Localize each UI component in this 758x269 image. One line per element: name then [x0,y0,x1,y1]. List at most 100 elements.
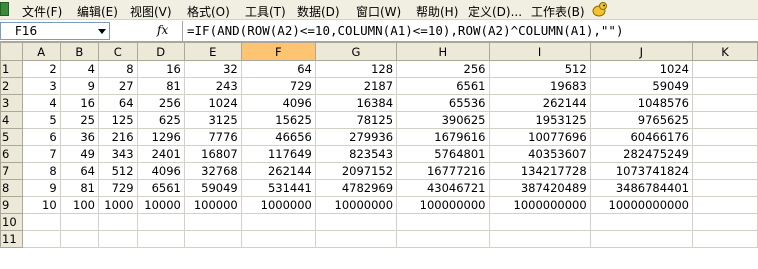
menu-data[interactable]: 数据(D) [297,3,340,20]
cell-h4[interactable]: 390625 [396,111,490,129]
cell-i7[interactable]: 134217728 [489,162,591,180]
cell-h7[interactable]: 16777216 [396,162,490,180]
cell-d2[interactable]: 81 [137,77,185,95]
cell-g10[interactable] [315,213,398,231]
cell-i5[interactable]: 10077696 [489,128,591,146]
menu-file[interactable]: 文件(F) [22,3,62,20]
cell-g7[interactable]: 2097152 [315,162,398,180]
row-header[interactable]: 7 [0,162,23,180]
menu-format[interactable]: 格式(O) [187,3,230,20]
cell-c11[interactable] [98,230,138,248]
cell-e2[interactable]: 243 [184,77,242,95]
cell-k3[interactable] [692,94,758,112]
cell-c9[interactable]: 1000 [98,196,138,214]
cell-b1[interactable]: 4 [60,60,99,78]
select-all-corner[interactable] [0,42,23,61]
cell-e6[interactable]: 16807 [184,145,242,163]
cell-a10[interactable] [22,213,61,231]
cell-d10[interactable] [137,213,185,231]
cell-b3[interactable]: 16 [60,94,99,112]
cell-i4[interactable]: 1953125 [489,111,591,129]
column-header-i[interactable]: I [488,42,591,61]
cell-e8[interactable]: 59049 [184,179,242,197]
cell-h8[interactable]: 43046721 [396,179,490,197]
row-header[interactable]: 3 [0,94,23,112]
cell-a7[interactable]: 8 [22,162,61,180]
cell-g5[interactable]: 279936 [315,128,398,146]
cell-b6[interactable]: 49 [60,145,99,163]
cell-j5[interactable]: 60466176 [590,128,694,146]
menu-tools[interactable]: 工具(T) [245,3,286,20]
cell-d7[interactable]: 4096 [137,162,185,180]
cell-b2[interactable]: 9 [60,77,99,95]
column-header-h[interactable]: H [396,42,490,61]
column-header-c[interactable]: C [97,42,138,61]
cell-k7[interactable] [692,162,758,180]
cell-i1[interactable]: 512 [489,60,591,78]
menu-view[interactable]: 视图(V) [130,3,172,20]
cell-c6[interactable]: 343 [98,145,138,163]
cell-a4[interactable]: 5 [22,111,61,129]
cell-i2[interactable]: 19683 [489,77,591,95]
cell-d1[interactable]: 16 [137,60,185,78]
cell-c7[interactable]: 512 [98,162,138,180]
cell-e9[interactable]: 100000 [184,196,242,214]
row-header[interactable]: 9 [0,196,23,214]
cell-i3[interactable]: 262144 [489,94,591,112]
cell-f10[interactable] [241,213,316,231]
row-header[interactable]: 8 [0,179,23,197]
cell-g4[interactable]: 78125 [315,111,398,129]
cell-b11[interactable] [60,230,99,248]
cell-f7[interactable]: 262144 [241,162,316,180]
cell-b4[interactable]: 25 [60,111,99,129]
cell-j2[interactable]: 59049 [590,77,694,95]
menu-help[interactable]: 帮助(H) [416,3,458,20]
row-header[interactable]: 1 [0,60,23,78]
cell-k8[interactable] [692,179,758,197]
cell-d4[interactable]: 625 [137,111,185,129]
chevron-down-icon[interactable] [95,23,109,39]
column-header-d[interactable]: D [136,42,185,61]
cell-c2[interactable]: 27 [98,77,138,95]
cell-j9[interactable]: 10000000000 [590,196,694,214]
cell-d11[interactable] [137,230,185,248]
cell-h6[interactable]: 5764801 [396,145,490,163]
menu-window[interactable]: 窗口(W) [356,3,401,20]
cell-e1[interactable]: 32 [184,60,242,78]
cell-f1[interactable]: 64 [241,60,316,78]
cell-a6[interactable]: 7 [22,145,61,163]
cell-i6[interactable]: 40353607 [489,145,591,163]
cell-c3[interactable]: 64 [98,94,138,112]
cell-b8[interactable]: 81 [60,179,99,197]
cell-a8[interactable]: 9 [22,179,61,197]
cell-f9[interactable]: 1000000 [241,196,316,214]
cell-k1[interactable] [692,60,758,78]
insert-function-icon[interactable]: fx [157,23,168,37]
cell-f5[interactable]: 46656 [241,128,316,146]
cell-f6[interactable]: 117649 [241,145,316,163]
cell-j10[interactable] [590,213,694,231]
cell-b10[interactable] [60,213,99,231]
column-header-k[interactable]: K [692,42,758,61]
cell-b5[interactable]: 36 [60,128,99,146]
cell-g11[interactable] [315,230,398,248]
cell-f3[interactable]: 4096 [241,94,316,112]
cell-h9[interactable]: 100000000 [396,196,490,214]
column-header-j[interactable]: J [589,42,694,61]
cell-k4[interactable] [692,111,758,129]
cell-d5[interactable]: 1296 [137,128,185,146]
cell-c8[interactable]: 729 [98,179,138,197]
cell-k9[interactable] [692,196,758,214]
menu-define[interactable]: 定义(D)... [468,3,522,20]
cell-a5[interactable]: 6 [22,128,61,146]
cell-g2[interactable]: 2187 [315,77,398,95]
cell-e5[interactable]: 7776 [184,128,242,146]
cell-a9[interactable]: 10 [22,196,61,214]
cell-c1[interactable]: 8 [98,60,138,78]
cell-f4[interactable]: 15625 [241,111,316,129]
cell-f11[interactable] [241,230,316,248]
cell-f2[interactable]: 729 [241,77,316,95]
cell-k11[interactable] [692,230,758,248]
column-header-e[interactable]: E [183,42,242,61]
office-assistant-icon[interactable] [592,1,608,17]
